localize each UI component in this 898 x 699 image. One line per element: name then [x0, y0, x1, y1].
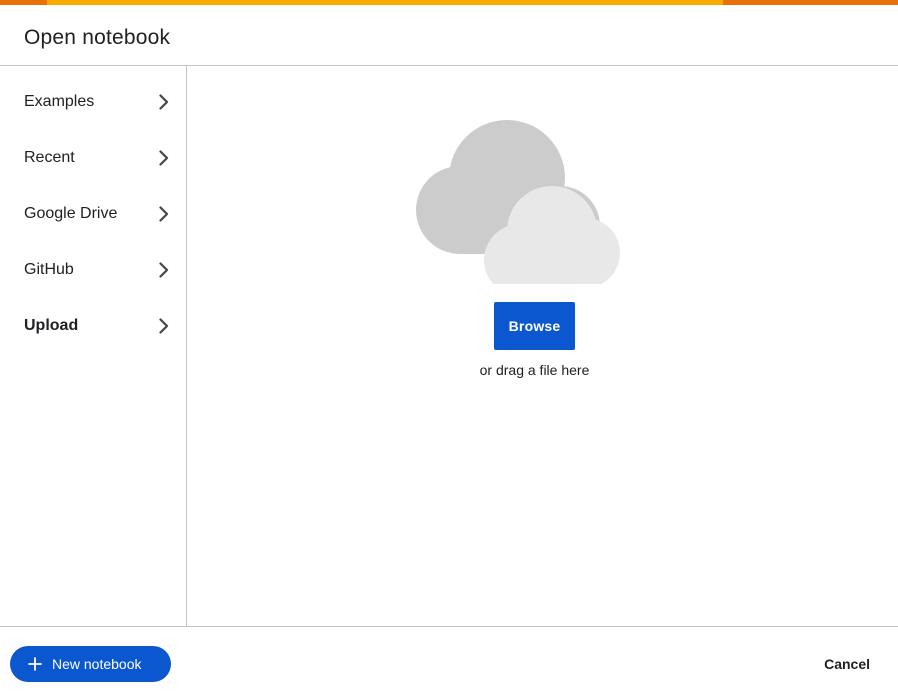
sidebar-item-google-drive[interactable]: Google Drive [0, 192, 186, 236]
sidebar-item-label: Examples [24, 93, 95, 110]
sidebar-item-label: Google Drive [24, 205, 118, 222]
drag-drop-hint: or drag a file here [479, 362, 590, 378]
progress-accent-bar [0, 0, 898, 5]
sidebar-item-label: Upload [24, 317, 79, 334]
sidebar-item-label: Recent [24, 149, 75, 166]
new-notebook-label: New notebook [52, 656, 142, 672]
upload-panel[interactable]: Browse or drag a file here [187, 66, 898, 626]
accent-bar-segment [723, 0, 898, 5]
accent-bar-segment [0, 0, 47, 5]
new-notebook-button[interactable]: New notebook [10, 646, 171, 682]
sidebar: Examples Recent Google Drive GitHub Uplo… [0, 66, 187, 626]
sidebar-item-label: GitHub [24, 261, 74, 278]
chevron-right-icon [159, 318, 169, 334]
open-notebook-dialog: Open notebook Examples Recent Google Dri… [0, 0, 898, 699]
sidebar-item-upload[interactable]: Upload [0, 304, 186, 348]
cloud-icon [416, 120, 620, 284]
browse-button[interactable]: Browse [494, 302, 575, 350]
chevron-right-icon [159, 94, 169, 110]
sidebar-item-examples[interactable]: Examples [0, 80, 186, 124]
plus-icon [28, 657, 42, 671]
dialog-title: Open notebook [24, 26, 171, 49]
accent-bar-segment [47, 0, 723, 5]
chevron-right-icon [159, 262, 169, 278]
footer-divider [0, 626, 898, 627]
sidebar-item-recent[interactable]: Recent [0, 136, 186, 180]
sidebar-item-github[interactable]: GitHub [0, 248, 186, 292]
chevron-right-icon [159, 206, 169, 222]
chevron-right-icon [159, 150, 169, 166]
cancel-button[interactable]: Cancel [816, 648, 878, 680]
